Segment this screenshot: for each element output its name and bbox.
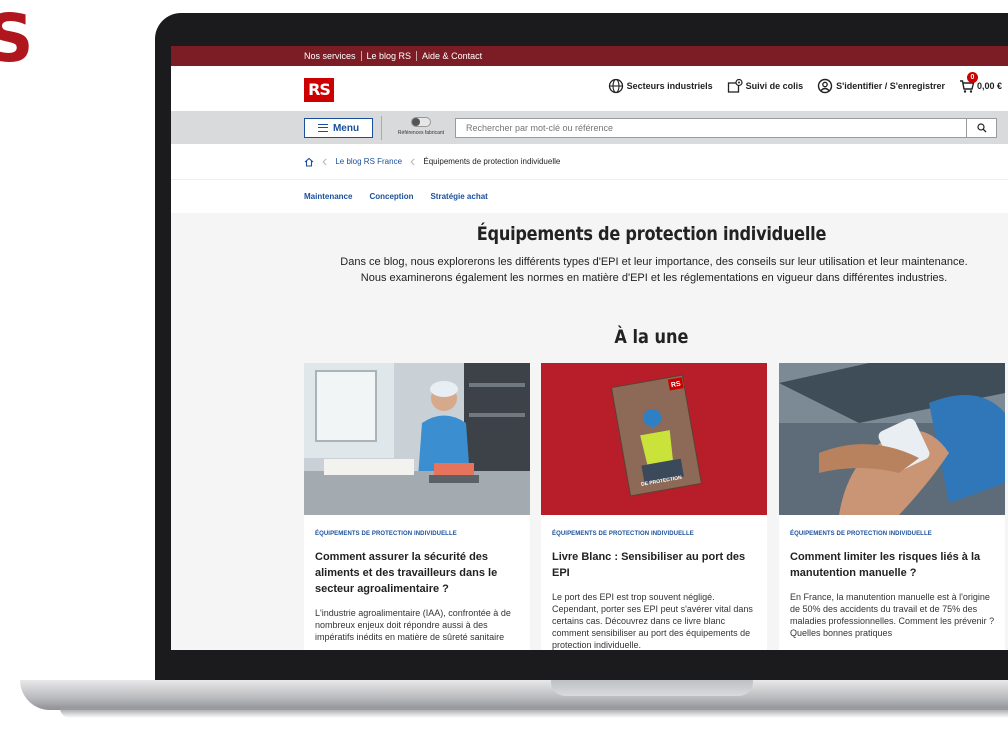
page-title: Équipements de protection individuelle	[476, 223, 827, 245]
globe-icon	[608, 78, 623, 94]
search-icon	[976, 123, 986, 133]
bandage-photo	[779, 363, 1005, 515]
breadcrumb-current: Équipements de protection individuelle	[423, 157, 561, 166]
article-card-white-paper[interactable]: RS DE PROTECTION ÉQUIPEMENTS DE PROTECTI…	[541, 363, 767, 650]
card-category: ÉQUIPEMENTS DE PROTECTION INDIVIDUELLE	[790, 531, 932, 537]
sectors-link[interactable]: Secteurs industriels	[608, 78, 713, 94]
account-label: S'identifier / S'enregistrer	[836, 81, 945, 91]
page-intro: Dans ce blog, nous explorerons les diffé…	[304, 254, 1004, 286]
blog-subnav: Maintenance Conception Stratégie achat	[171, 180, 1008, 213]
search-button[interactable]	[967, 118, 997, 138]
card-category: ÉQUIPEMENTS DE PROTECTION INDIVIDUELLE	[315, 531, 457, 537]
browser-screen: Nos services Le blog RS Aide & Contact R…	[171, 46, 1008, 650]
card-title[interactable]: Livre Blanc : Sensibiliser au port des E…	[552, 549, 757, 581]
card-title[interactable]: Comment assurer la sécurité des aliments…	[315, 549, 520, 597]
chevron-left-icon: ‹	[410, 152, 416, 170]
toggle-switch[interactable]	[411, 117, 431, 127]
user-icon	[817, 78, 833, 94]
card-category: ÉQUIPEMENTS DE PROTECTION INDIVIDUELLE	[552, 531, 694, 537]
sectors-label: Secteurs industriels	[626, 81, 713, 91]
account-link[interactable]: S'identifier / S'enregistrer	[817, 78, 945, 94]
card-title[interactable]: Comment limiter les risques liés à la ma…	[790, 549, 995, 581]
laptop-base-shadow	[60, 708, 1008, 718]
top-link-blog[interactable]: Le blog RS	[360, 51, 417, 61]
parcel-tracking-icon	[727, 78, 743, 93]
menu-label: Menu	[332, 122, 360, 134]
card-excerpt: Le port des EPI est trop souvent négligé…	[552, 592, 753, 650]
card-image-lab-worker[interactable]	[304, 363, 530, 515]
card-image-bandage[interactable]	[779, 363, 1005, 515]
top-bar: Nos services Le blog RS Aide & Contact	[171, 46, 1008, 66]
laptop-base	[20, 680, 1008, 710]
intro-line-1: Dans ce blog, nous explorerons les diffé…	[340, 256, 968, 268]
top-link-help[interactable]: Aide & Contact	[416, 51, 487, 61]
laptop-notch	[551, 680, 753, 696]
breadcrumb-blog[interactable]: Le blog RS France	[335, 157, 402, 166]
search-bar: Menu Références fabricant	[171, 111, 1008, 144]
top-link-services[interactable]: Nos services	[304, 51, 361, 61]
card-excerpt: L'industrie agroalimentaire (IAA), confr…	[315, 608, 511, 642]
rs-logo[interactable]: RS	[304, 78, 334, 102]
brand-logo-fragment: S	[0, 4, 34, 74]
subnav-maintenance[interactable]: Maintenance	[304, 192, 352, 201]
subnav-strategie-achat[interactable]: Stratégie achat	[430, 192, 487, 201]
site-header: RS Secteurs industriels Suivi de colis S…	[171, 66, 1008, 111]
search-divider	[381, 116, 382, 140]
hamburger-icon	[317, 124, 328, 132]
featured-title: À la une	[614, 326, 689, 348]
search-input[interactable]	[455, 118, 967, 138]
home-icon[interactable]	[304, 157, 314, 167]
tracking-label: Suivi de colis	[745, 81, 804, 91]
white-paper-cover: RS DE PROTECTION	[541, 363, 767, 515]
header-nav: Secteurs industriels Suivi de colis S'id…	[608, 72, 1002, 94]
card-excerpt: En France, la manutention manuelle est à…	[790, 592, 995, 638]
article-card-food-safety[interactable]: ÉQUIPEMENTS DE PROTECTION INDIVIDUELLE C…	[304, 363, 530, 650]
cart-button[interactable]: 0 0,00 €	[959, 72, 1002, 94]
tracking-link[interactable]: Suivi de colis	[727, 78, 804, 94]
cart-total: 0,00 €	[976, 81, 1002, 91]
intro-line-2: Nous examinerons également les normes en…	[360, 272, 948, 284]
menu-button[interactable]: Menu	[304, 118, 373, 138]
chevron-left-icon: ‹	[322, 152, 328, 170]
cart-count-badge: 0	[966, 72, 978, 83]
article-card-manual-handling[interactable]: ÉQUIPEMENTS DE PROTECTION INDIVIDUELLE C…	[779, 363, 1005, 650]
breadcrumb: ‹ Le blog RS France ‹ Équipements de pro…	[171, 144, 1008, 180]
food-lab-photo	[304, 363, 530, 515]
toggle-label: Références fabricant	[397, 130, 445, 136]
subnav-conception[interactable]: Conception	[369, 192, 413, 201]
manufacturer-ref-toggle[interactable]: Références fabricant	[391, 117, 451, 136]
card-image-white-paper[interactable]: RS DE PROTECTION	[541, 363, 767, 515]
